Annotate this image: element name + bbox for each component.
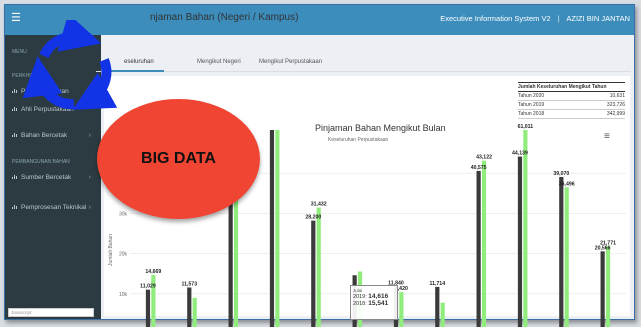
tab-bar: eseluruhan Mengikut Negeri Mengikut Perp… bbox=[96, 54, 631, 72]
sidebar-section-header-2: PEMBANGUNAN BAHAN bbox=[12, 159, 70, 165]
bar-chart-icon bbox=[12, 132, 18, 137]
sidebar-status-box: Javascript: bbox=[8, 308, 94, 317]
sidebar-item-bahan-bercetak[interactable]: Bahan Bercetak › bbox=[12, 132, 97, 140]
tab-mengikut-perpustakaan[interactable]: Mengikut Perpustakaan bbox=[259, 59, 322, 65]
tab-keseluruhan[interactable]: eseluruhan bbox=[124, 59, 154, 65]
user-name[interactable]: AZIZI BIN JANTAN bbox=[566, 14, 630, 23]
summary-row: Tahun 2018 342,999 bbox=[518, 110, 625, 119]
bar-chart-icon bbox=[12, 174, 18, 179]
sidebar-item-label: Pemprosesan Teknikal bbox=[21, 204, 87, 211]
sidebar-item-sumber-bercetak[interactable]: Sumber Bercetak › bbox=[12, 174, 97, 182]
summary-value: 342,999 bbox=[606, 111, 625, 117]
tooltip-value: 15,541 bbox=[368, 300, 389, 307]
chevron-right-icon: › bbox=[88, 204, 91, 211]
chart-export-menu-icon[interactable]: ≡ bbox=[604, 132, 610, 142]
big-data-label: BIG DATA bbox=[141, 150, 216, 167]
chevron-right-icon: › bbox=[88, 174, 91, 181]
summary-value: 10,631 bbox=[609, 93, 625, 99]
summary-label: Tahun 2020 bbox=[518, 93, 545, 99]
tooltip-row-2018: 2018: 15,541 bbox=[353, 300, 395, 307]
sidebar-item-label: Sumber Bercetak bbox=[21, 174, 72, 181]
summary-row: Tahun 2020 10,631 bbox=[518, 92, 625, 101]
separator: | bbox=[557, 14, 560, 23]
app-title: Executive Information System V2 bbox=[440, 14, 551, 23]
summary-label: Tahun 2018 bbox=[518, 111, 545, 117]
bar-chart-icon bbox=[12, 204, 18, 209]
tab-mengikut-negeri[interactable]: Mengikut Negeri bbox=[197, 59, 241, 65]
summary-value: 323,726 bbox=[606, 102, 625, 108]
chart-subtitle: Keseluruhan Perpustakaan bbox=[328, 137, 389, 143]
summary-table: Jumlah Keseluruhan Mengikut Tahun Tahun … bbox=[518, 82, 625, 119]
summary-row: Tahun 2019 323,726 bbox=[518, 101, 625, 110]
chart-tooltip: Julai 2019: 14,616 2018: 15,541 bbox=[350, 285, 398, 320]
chevron-right-icon: › bbox=[88, 132, 91, 139]
refresh-cycle-icon bbox=[22, 20, 118, 110]
chart-title: Pinjaman Bahan Mengikut Bulan bbox=[315, 123, 446, 133]
bar-chart-icon bbox=[12, 106, 18, 111]
page-title: njaman Bahan (Negeri / Kampus) bbox=[150, 12, 299, 23]
sidebar-item-label: Bahan Bercetak bbox=[21, 132, 68, 139]
summary-title: Jumlah Keseluruhan Mengikut Tahun bbox=[518, 82, 625, 92]
tooltip-label: 2018: bbox=[353, 301, 367, 307]
hamburger-icon[interactable]: ☰ bbox=[11, 13, 21, 24]
top-right-info: Executive Information System V2 | AZIZI … bbox=[440, 14, 630, 23]
bar-chart-icon bbox=[12, 88, 18, 93]
sidebar-item-pemprosesan-teknikal[interactable]: Pemprosesan Teknikal › bbox=[12, 204, 97, 212]
summary-label: Tahun 2019 bbox=[518, 102, 545, 108]
tooltip-value: 14,616 bbox=[368, 293, 389, 300]
tooltip-row-2019: 2019: 14,616 bbox=[353, 293, 395, 300]
